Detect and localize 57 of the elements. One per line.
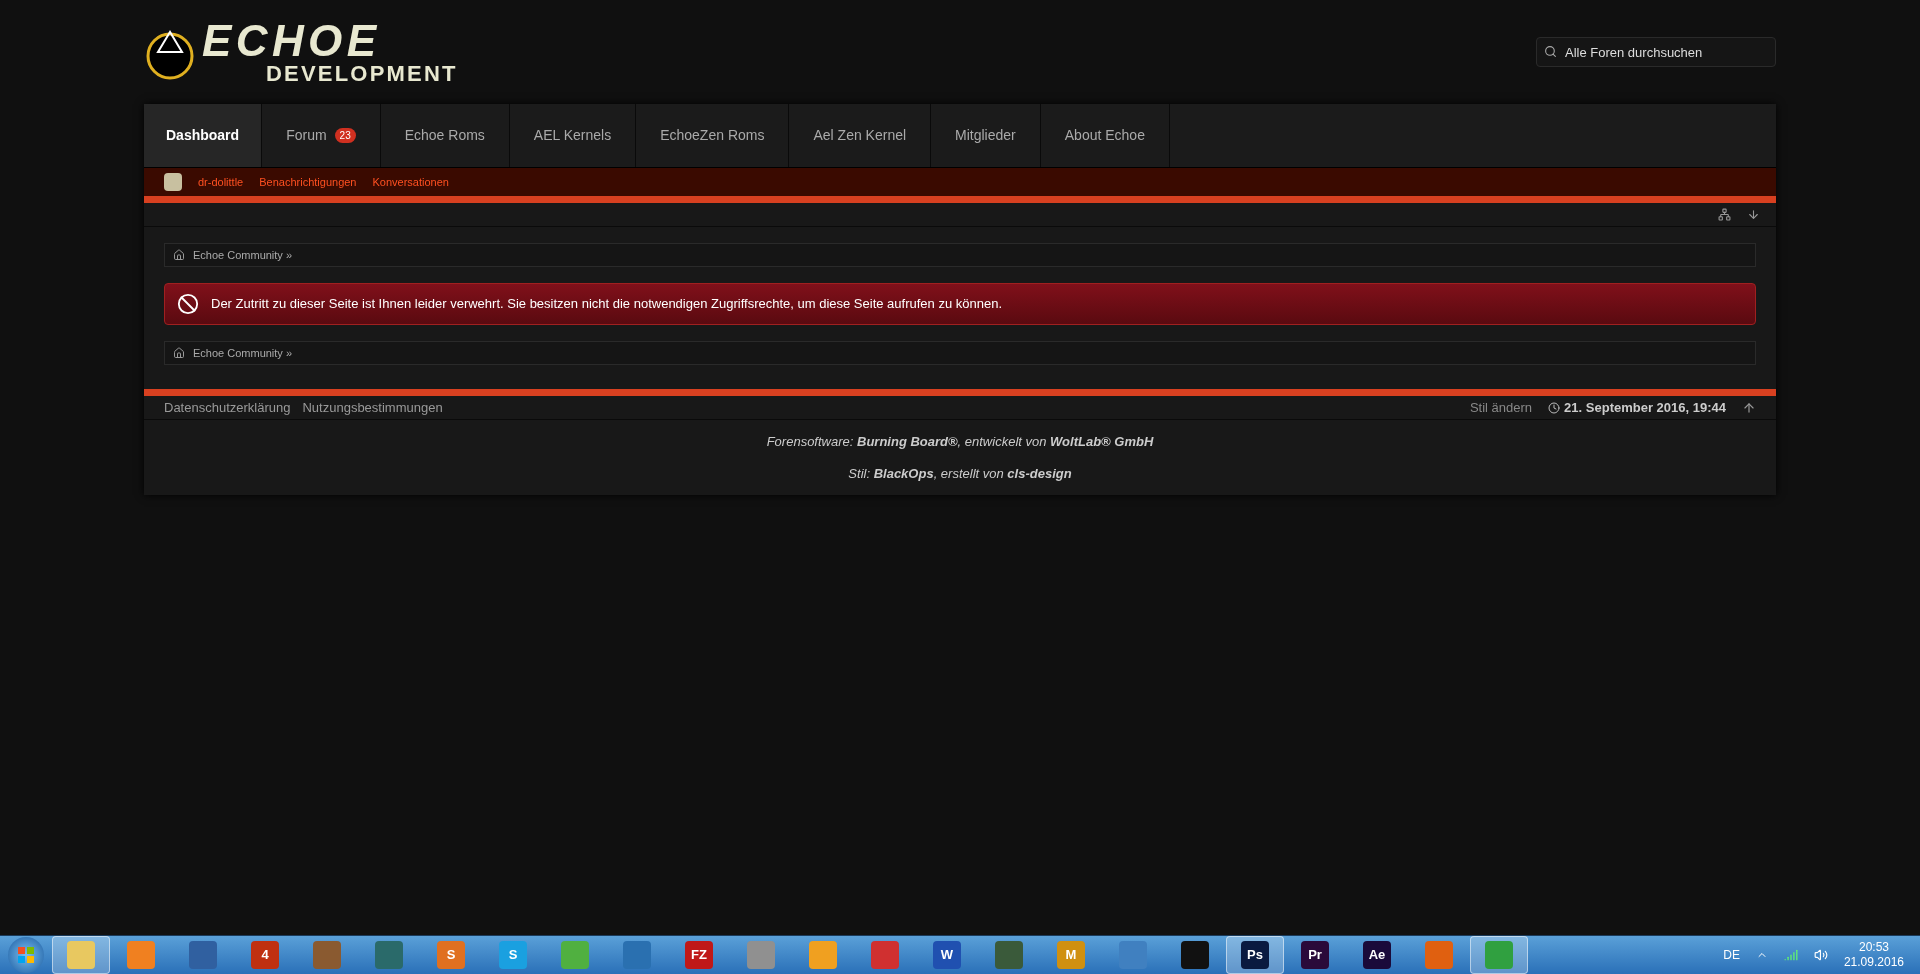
language-indicator[interactable]: DE [1723, 946, 1740, 964]
footer-link[interactable]: Datenschutzerklärung [164, 397, 291, 418]
credits-text: Stil: BlackOps, erstellt von cls-design [848, 464, 1072, 483]
clock-time: 20:53 [1858, 940, 1889, 955]
timestamp: 21. September 2016, 19:44 [1564, 398, 1726, 417]
logo-title: ECHOE [202, 19, 382, 63]
taskbar-app[interactable]: FZ [668, 936, 730, 974]
clock-date: 21.09.2016 [1843, 955, 1904, 970]
windows-logo-icon [17, 946, 35, 964]
nav-tab[interactable]: About Echoe [1040, 104, 1170, 167]
app-icon: Pr [1301, 941, 1329, 969]
sitemap-icon[interactable] [1718, 208, 1731, 221]
app-icon: M [1057, 941, 1085, 969]
nav-tab[interactable]: EchoeZen Roms [636, 104, 790, 167]
user-menu-link[interactable]: Benachrichtigungen [259, 173, 357, 191]
clock-icon [1548, 401, 1561, 414]
nav-tab[interactable]: Mitglieder [931, 104, 1041, 167]
count-badge: 23 [334, 128, 356, 143]
home-icon [173, 249, 185, 261]
start-button[interactable] [8, 937, 44, 973]
credits-text: Forensoftware: Burning Board®, entwickelt von WoltLab® GmbH [766, 433, 1154, 451]
arrow-down-icon[interactable] [1747, 208, 1760, 221]
taskbar-app[interactable]: Pr [1284, 936, 1346, 974]
app-icon: FZ [685, 941, 713, 969]
taskbar-app[interactable]: Ae [1346, 936, 1408, 974]
error-text: Der Zutritt zu dieser Seite ist Ihnen leider verwehrt. Sie besitzen nicht die notwendigen Zugriffsrechte, um diese Seite aufrufen zu können. [211, 295, 1003, 314]
nav-tab[interactable]: Ael Zen Kernel [789, 104, 932, 167]
nav-tab[interactable]: AEL Kernels [509, 104, 637, 167]
taskbar-app[interactable]: W [916, 936, 978, 974]
style-change-link[interactable]: Stil ändern [1469, 397, 1533, 418]
user-menu-link[interactable]: dr-dolittle [198, 173, 244, 191]
volume-icon[interactable] [1813, 948, 1828, 962]
app-icon: 4 [251, 941, 279, 969]
site-logo[interactable]: ECHOE DEVELOPMENT [144, 19, 458, 85]
nav-tab[interactable]: Dashboard [144, 104, 263, 167]
system-clock[interactable]: 20:53 21.09.2016 [1843, 940, 1904, 970]
home-icon [173, 347, 185, 359]
nav-tab[interactable]: Echoe Roms [380, 104, 510, 167]
app-icon: Ps [1241, 941, 1269, 969]
forbidden-icon [177, 293, 199, 315]
breadcrumb-link[interactable]: Echoe Community » [193, 246, 293, 264]
scroll-top-icon[interactable] [1742, 400, 1756, 415]
search-icon [1544, 45, 1557, 58]
app-icon: W [933, 941, 961, 969]
network-icon[interactable] [1783, 948, 1798, 962]
app-icon: S [499, 941, 527, 969]
taskbar-app[interactable]: Ps [1226, 936, 1284, 974]
logo-subtitle: DEVELOPMENT [266, 63, 458, 85]
app-icon: Ae [1363, 941, 1391, 969]
taskbar-app[interactable]: 4 [234, 936, 296, 974]
avatar[interactable] [164, 173, 182, 191]
nav-tab[interactable]: Forum 23 [262, 104, 381, 167]
footer-link[interactable]: Nutzungsbestimmungen [302, 397, 443, 418]
user-menu-link[interactable]: Konversationen [372, 173, 449, 191]
app-icon: S [437, 941, 465, 969]
search-field[interactable]: Alle Foren durchsuchen [1536, 37, 1776, 67]
breadcrumb-link[interactable]: Echoe Community » [193, 344, 293, 362]
